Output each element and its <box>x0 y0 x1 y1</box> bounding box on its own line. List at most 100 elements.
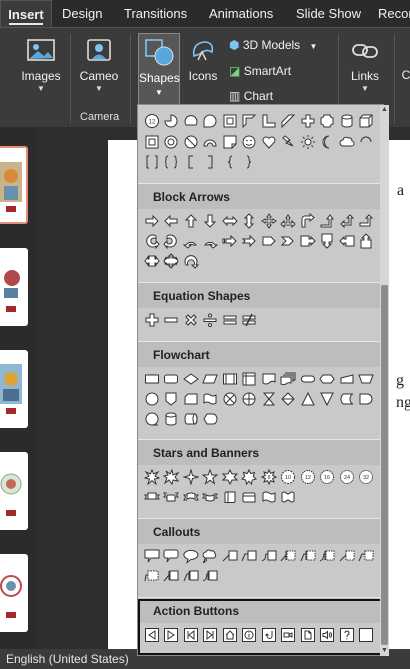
internal-storage-shape[interactable] <box>240 369 260 389</box>
left-arrow-callout-shape[interactable] <box>337 231 357 251</box>
tab-record[interactable]: Recor <box>378 0 410 27</box>
sort-shape[interactable] <box>279 389 299 409</box>
slide-thumbnail[interactable] <box>0 554 28 632</box>
heart-shape[interactable] <box>259 132 279 152</box>
tab-insert[interactable]: Insert <box>0 0 52 27</box>
magnetic-disk-shape[interactable] <box>162 409 182 429</box>
l-shape[interactable] <box>259 111 279 131</box>
left-up-arrow-shape[interactable] <box>337 211 357 231</box>
teardrop-shape[interactable] <box>201 111 221 131</box>
half-frame-shape[interactable] <box>240 111 260 131</box>
manual-operation-shape[interactable] <box>357 369 377 389</box>
slide-thumbnail[interactable] <box>0 350 28 428</box>
curved-left-arrow-shape[interactable] <box>162 231 182 251</box>
star-10-point-shape[interactable]: 10 <box>279 467 299 487</box>
double-wave-shape[interactable] <box>279 487 299 507</box>
display-shape[interactable] <box>201 409 221 429</box>
octagon-number-shape[interactable]: 12 <box>142 111 162 131</box>
language-indicator[interactable]: English (United States) <box>6 652 129 666</box>
star-5-point-shape[interactable] <box>201 467 221 487</box>
line-callout-2-no-border-shape[interactable] <box>357 546 377 566</box>
line-callout-3-no-border-shape[interactable] <box>142 566 162 586</box>
ribbon-tilted-up-shape[interactable] <box>162 487 182 507</box>
ribbon-tilted-down-shape[interactable] <box>142 487 162 507</box>
line-callout-2-accent-shape[interactable] <box>298 546 318 566</box>
striped-right-arrow-shape[interactable] <box>220 231 240 251</box>
vertical-scroll-shape[interactable] <box>220 487 240 507</box>
preparation-shape[interactable] <box>318 369 338 389</box>
circular-arrow-shape[interactable] <box>181 251 201 271</box>
cloud-shape[interactable] <box>337 132 357 152</box>
cross-shape[interactable] <box>298 111 318 131</box>
plaque-shape[interactable] <box>318 111 338 131</box>
cube-shape[interactable] <box>357 111 377 131</box>
right-brace-shape[interactable] <box>240 152 260 172</box>
moon-shape[interactable] <box>318 132 338 152</box>
sequential-access-storage-shape[interactable] <box>142 409 162 429</box>
images-button[interactable]: Images ▼ <box>18 36 64 93</box>
stored-data-shape[interactable] <box>337 389 357 409</box>
equal-shape[interactable] <box>220 310 240 330</box>
line-callout-1-border-and-accent-shape[interactable] <box>162 566 182 586</box>
off-page-connector-shape[interactable] <box>162 389 182 409</box>
terminator-shape[interactable] <box>298 369 318 389</box>
left-right-up-arrow-shape[interactable] <box>279 211 299 231</box>
slide-thumbnail[interactable] <box>0 248 28 326</box>
pie-shape[interactable] <box>162 111 182 131</box>
star-16-point-shape[interactable]: 16 <box>318 467 338 487</box>
document-shape[interactable] <box>259 369 279 389</box>
slide-thumbnail-pane[interactable] <box>0 128 36 649</box>
rectangular-callout-shape[interactable] <box>142 546 162 566</box>
star-32-point-shape[interactable]: 32 <box>357 467 377 487</box>
alternate-process-shape[interactable] <box>162 369 182 389</box>
scroll-down-icon[interactable]: ▼ <box>380 646 389 656</box>
up-arrow-callout-shape[interactable] <box>357 231 377 251</box>
sun-shape[interactable] <box>298 132 318 152</box>
predefined-process-shape[interactable] <box>220 369 240 389</box>
3d-models-button[interactable]: ⬢ 3D Models ▼ <box>229 38 317 52</box>
arc-shape[interactable] <box>357 132 377 152</box>
cloud-callout-shape[interactable] <box>201 546 221 566</box>
star-24-point-shape[interactable]: 24 <box>337 467 357 487</box>
shapes-scrollbar[interactable]: ▲ ▼ <box>380 105 389 656</box>
bevel-shape[interactable] <box>142 132 162 152</box>
smartart-button[interactable]: ◪ SmartArt <box>229 64 291 78</box>
wave-shape[interactable] <box>259 487 279 507</box>
left-arrow-shape[interactable] <box>162 211 182 231</box>
extract-shape[interactable] <box>298 389 318 409</box>
line-callout-2-border-and-accent-shape[interactable] <box>181 566 201 586</box>
line-callout-1-shape[interactable] <box>220 546 240 566</box>
collate-shape[interactable] <box>259 389 279 409</box>
diagonal-stripe-shape[interactable] <box>279 111 299 131</box>
line-callout-3-border-and-accent-shape[interactable] <box>201 566 221 586</box>
icons-button[interactable]: Icons <box>185 36 221 83</box>
left-brace-shape[interactable] <box>220 152 240 172</box>
tab-design[interactable]: Design <box>62 0 102 27</box>
curved-right-arrow-shape[interactable] <box>142 231 162 251</box>
chart-button[interactable]: ▥ Chart <box>229 89 273 103</box>
curved-up-arrow-shape[interactable] <box>181 231 201 251</box>
links-button[interactable]: Links ▼ <box>344 36 386 93</box>
star-6-point-shape[interactable] <box>220 467 240 487</box>
process-shape[interactable] <box>142 369 162 389</box>
direct-access-storage-shape[interactable] <box>181 409 201 429</box>
explosion-1-shape[interactable] <box>142 467 162 487</box>
right-arrow-callout-shape[interactable] <box>298 231 318 251</box>
card-shape[interactable] <box>181 389 201 409</box>
shapes-button[interactable]: Shapes ▼ <box>138 33 180 109</box>
frame-shape[interactable] <box>220 111 240 131</box>
not-equal-shape[interactable] <box>240 310 260 330</box>
can-shape[interactable] <box>337 111 357 131</box>
bent-up-arrow-shape[interactable] <box>357 211 377 231</box>
line-callout-3-accent-shape[interactable] <box>318 546 338 566</box>
curved-down-arrow-shape[interactable] <box>201 231 221 251</box>
tab-transitions[interactable]: Transitions <box>124 0 187 27</box>
or-shape[interactable] <box>240 389 260 409</box>
double-bracket-shape[interactable] <box>142 152 162 172</box>
star-8-point-shape[interactable]: 8 <box>259 467 279 487</box>
pentagon-arrow-shape[interactable] <box>259 231 279 251</box>
no-symbol-shape[interactable] <box>181 132 201 152</box>
plus-shape[interactable] <box>142 310 162 330</box>
folded-corner-shape[interactable] <box>220 132 240 152</box>
right-bracket-shape[interactable] <box>201 152 221 172</box>
